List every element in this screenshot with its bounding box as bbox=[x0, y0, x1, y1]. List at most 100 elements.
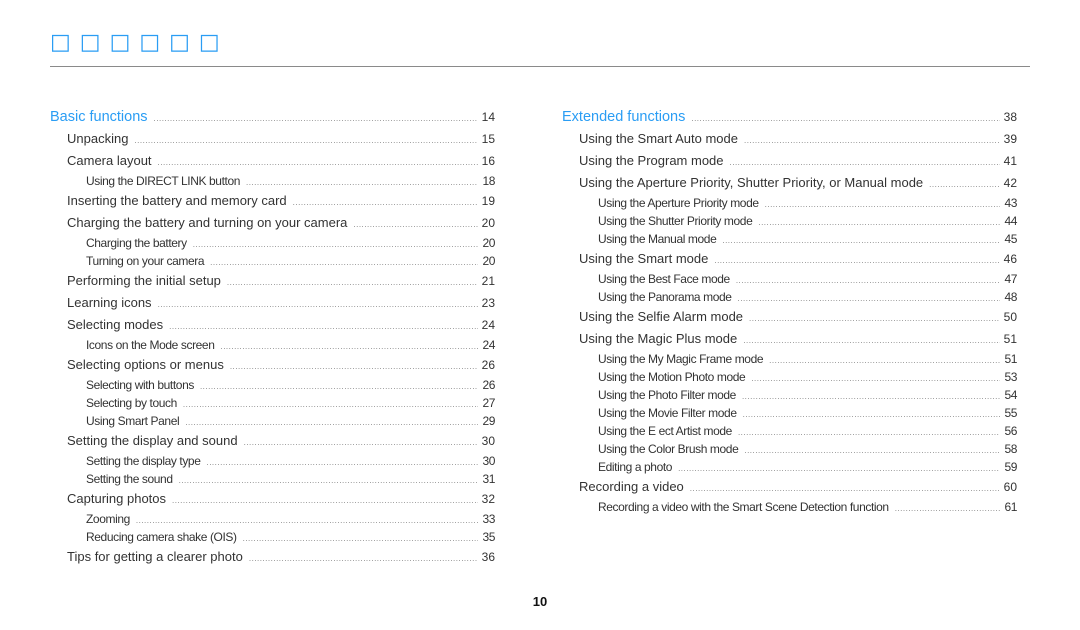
toc-subentry[interactable]: Using the Motion Photo mode 53 bbox=[562, 368, 1017, 386]
toc-subentry[interactable]: Using the Shutter Priority mode 44 bbox=[562, 212, 1017, 230]
dot-leader bbox=[744, 442, 1000, 460]
toc-entry[interactable]: Using the Smart Auto mode 39 bbox=[562, 128, 1017, 150]
toc-subentry[interactable]: Using Smart Panel 29 bbox=[50, 412, 495, 430]
toc-entry-label: Turning on your camera bbox=[86, 254, 205, 268]
toc-page-number: 24 bbox=[481, 318, 495, 332]
toc-subentry[interactable]: Selecting with buttons 26 bbox=[50, 376, 495, 394]
toc-page-number: 54 bbox=[1004, 388, 1017, 402]
toc-section-heading[interactable]: Extended functions 38 bbox=[562, 106, 1017, 128]
toc-page-number: 30 bbox=[482, 454, 495, 468]
toc-page-number: 39 bbox=[1003, 132, 1017, 146]
dot-leader bbox=[765, 196, 1001, 214]
toc-page-number: 35 bbox=[482, 530, 495, 544]
toc-page-number: 16 bbox=[481, 154, 495, 168]
toc-entry[interactable]: Using the Aperture Priority, Shutter Pri… bbox=[562, 172, 1017, 194]
toc-entry[interactable]: Learning icons 23 bbox=[50, 292, 495, 314]
dot-leader bbox=[206, 454, 478, 472]
toc-subentry[interactable]: Using the Best Face mode 47 bbox=[562, 270, 1017, 288]
toc-entry[interactable]: Using the Magic Plus mode 51 bbox=[562, 328, 1017, 350]
toc-page-number: 55 bbox=[1004, 406, 1017, 420]
toc-page-number: 45 bbox=[1004, 232, 1017, 246]
toc-section-heading[interactable]: Basic functions 14 bbox=[50, 106, 495, 128]
toc-page-number: 26 bbox=[481, 358, 495, 372]
toc-subentry[interactable]: Editing a photo 59 bbox=[562, 458, 1017, 476]
dot-leader bbox=[158, 152, 478, 174]
toc-entry[interactable]: Setting the display and sound 30 bbox=[50, 430, 495, 452]
toc-page-number: 56 bbox=[1004, 424, 1017, 438]
toc-entry[interactable]: Tips for getting a clearer photo 36 bbox=[50, 546, 495, 568]
dot-leader bbox=[249, 548, 478, 570]
toc-entry-label: Using the Aperture Priority mode bbox=[598, 196, 759, 210]
dot-leader bbox=[758, 214, 1000, 232]
toc-subentry[interactable]: Using the Aperture Priority mode 43 bbox=[562, 194, 1017, 212]
dot-leader bbox=[722, 232, 1000, 250]
dot-leader bbox=[134, 130, 477, 152]
toc-subentry[interactable]: Using the Manual mode 45 bbox=[562, 230, 1017, 248]
toc-entry[interactable]: Charging the battery and turning on your… bbox=[50, 212, 495, 234]
toc-subentry[interactable]: Using the E ect Artist mode 56 bbox=[562, 422, 1017, 440]
toc-entry[interactable]: Inserting the battery and memory card 19 bbox=[50, 190, 495, 212]
toc-subentry[interactable]: Using the Photo Filter mode 54 bbox=[562, 386, 1017, 404]
dot-leader bbox=[243, 530, 479, 548]
toc-entry-label: Using the DIRECT LINK button bbox=[86, 174, 240, 188]
toc-entry-label: Using the Smart mode bbox=[579, 251, 709, 266]
dot-leader bbox=[895, 500, 1001, 518]
toc-entry[interactable]: Camera layout 16 bbox=[50, 150, 495, 172]
toc-entry-label: Icons on the Mode screen bbox=[86, 338, 215, 352]
toc-subentry[interactable]: Recording a video with the Smart Scene D… bbox=[562, 498, 1017, 516]
toc-entry[interactable]: Recording a video 60 bbox=[562, 476, 1017, 498]
dot-leader bbox=[172, 490, 478, 512]
toc-entry-label: Extended functions bbox=[562, 109, 686, 125]
toc-subentry[interactable]: Using the Color Brush mode 58 bbox=[562, 440, 1017, 458]
toc-page-number: 27 bbox=[482, 396, 495, 410]
toc-entry-label: Using the E ect Artist mode bbox=[598, 424, 732, 438]
toc-entry[interactable]: Using the Smart mode 46 bbox=[562, 248, 1017, 270]
toc-page-number: 30 bbox=[481, 434, 495, 448]
toc-entry-label: Using Smart Panel bbox=[86, 414, 180, 428]
dot-leader bbox=[244, 432, 478, 454]
toc-page-number: 18 bbox=[482, 174, 495, 188]
toc-subentry[interactable]: Turning on your camera 20 bbox=[50, 252, 495, 270]
dot-leader bbox=[743, 406, 1001, 424]
toc-entry-label: Capturing photos bbox=[67, 491, 167, 506]
toc-subentry[interactable]: Reducing camera shake (OIS) 35 bbox=[50, 528, 495, 546]
toc-entry[interactable]: Using the Program mode 41 bbox=[562, 150, 1017, 172]
page-number: 10 bbox=[532, 594, 548, 609]
dot-leader bbox=[230, 356, 478, 378]
toc-entry[interactable]: Capturing photos 32 bbox=[50, 488, 495, 510]
toc-entry-label: Using the Aperture Priority, Shutter Pri… bbox=[579, 175, 924, 190]
toc-entry-label: Using the Magic Plus mode bbox=[579, 331, 738, 346]
toc-subentry[interactable]: Selecting by touch 27 bbox=[50, 394, 495, 412]
toc-entry[interactable]: Unpacking 15 bbox=[50, 128, 495, 150]
toc-entry-label: Using the Movie Filter mode bbox=[598, 406, 737, 420]
toc-entry-label: Setting the display and sound bbox=[67, 433, 238, 448]
toc-subentry[interactable]: Icons on the Mode screen 24 bbox=[50, 336, 495, 354]
toc-entry-label: Selecting modes bbox=[67, 317, 164, 332]
toc-subentry[interactable]: Setting the sound 31 bbox=[50, 470, 495, 488]
toc-page-number: 59 bbox=[1004, 460, 1017, 474]
toc-entry-label: Using the Program mode bbox=[579, 153, 724, 168]
toc-entry-label: Unpacking bbox=[67, 131, 129, 146]
toc-page-number: 15 bbox=[481, 132, 495, 146]
toc-page-number: 38 bbox=[1003, 110, 1017, 124]
toc-entry[interactable]: Using the Selfie Alarm mode 50 bbox=[562, 306, 1017, 328]
toc-subentry[interactable]: Charging the battery 20 bbox=[50, 234, 495, 252]
toc-subentry[interactable]: Using the My Magic Frame mode 51 bbox=[562, 350, 1017, 368]
toc-entry[interactable]: Performing the initial setup 21 bbox=[50, 270, 495, 292]
toc-page-number: 42 bbox=[1003, 176, 1017, 190]
toc-page-number: 31 bbox=[482, 472, 495, 486]
toc-subentry[interactable]: Zooming 33 bbox=[50, 510, 495, 528]
toc-entry[interactable]: Selecting options or menus 26 bbox=[50, 354, 495, 376]
dot-leader bbox=[293, 192, 478, 214]
toc-entry-label: Reducing camera shake (OIS) bbox=[86, 530, 237, 544]
toc-subentry[interactable]: Using the Panorama mode 48 bbox=[562, 288, 1017, 306]
toc-page-number: 51 bbox=[1003, 332, 1017, 346]
toc-subentry[interactable]: Setting the display type 30 bbox=[50, 452, 495, 470]
toc-subentry[interactable]: Using the Movie Filter mode 55 bbox=[562, 404, 1017, 422]
dot-leader bbox=[691, 108, 999, 130]
toc-entry[interactable]: Selecting modes 24 bbox=[50, 314, 495, 336]
dot-leader bbox=[738, 424, 1001, 442]
dot-leader bbox=[169, 316, 478, 338]
toc-subentry[interactable]: Using the DIRECT LINK button 18 bbox=[50, 172, 495, 190]
toc-column-left: Basic functions 14 Unpacking 15 Camera layou… bbox=[50, 106, 495, 568]
